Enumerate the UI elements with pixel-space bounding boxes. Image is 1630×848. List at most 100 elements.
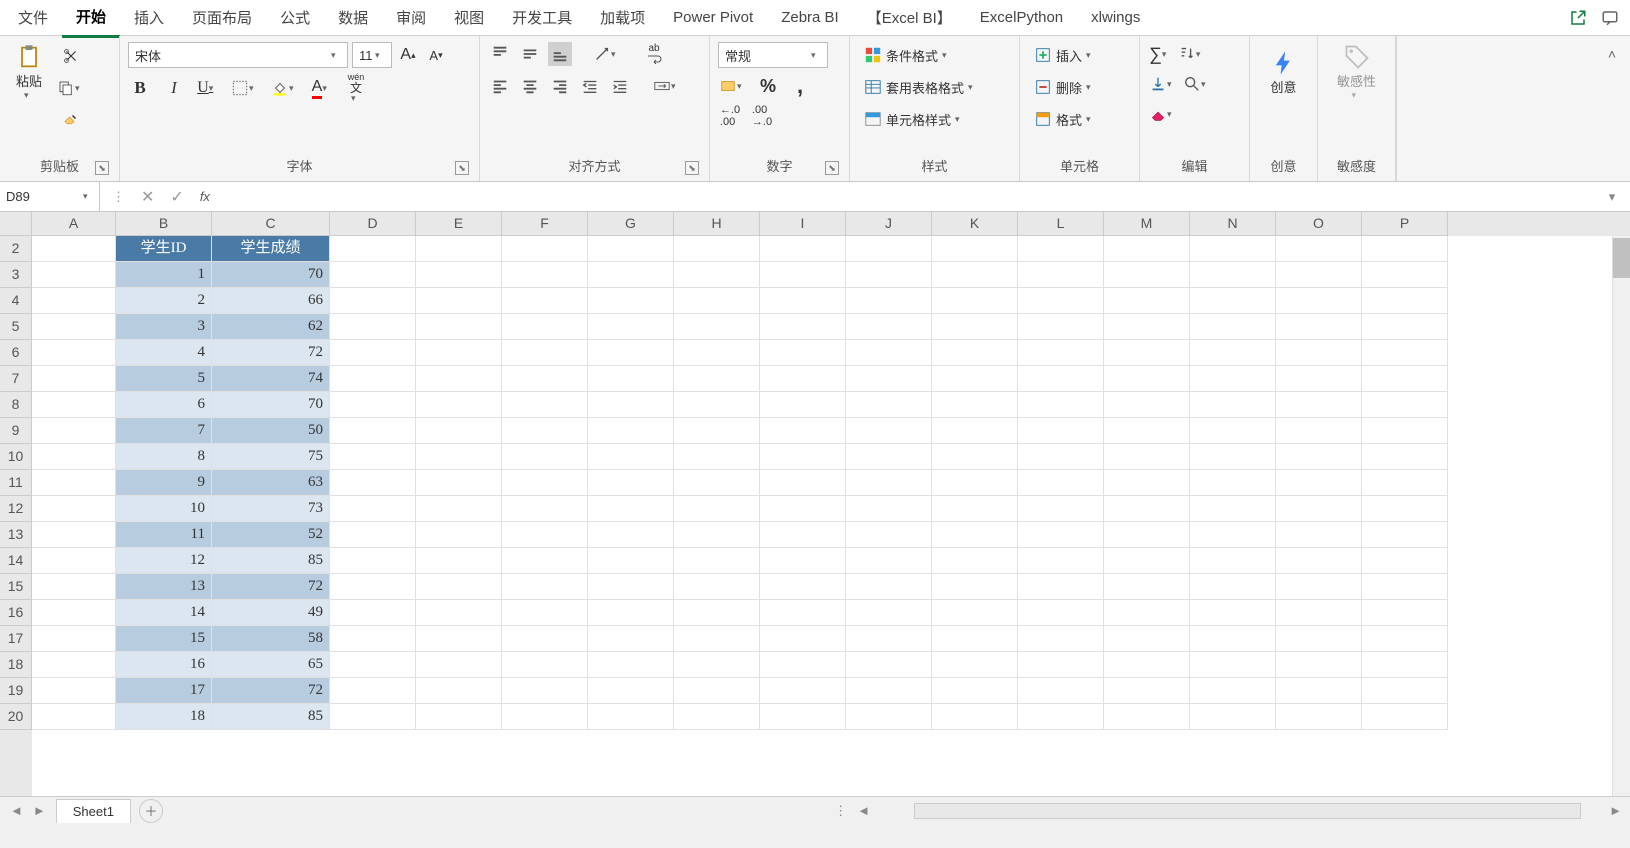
cell-L19[interactable] [1018, 678, 1104, 704]
cell-E18[interactable] [416, 652, 502, 678]
cell-P17[interactable] [1362, 626, 1448, 652]
cell-P7[interactable] [1362, 366, 1448, 392]
italic-button[interactable]: I [162, 76, 186, 100]
cell-N17[interactable] [1190, 626, 1276, 652]
cell-N13[interactable] [1190, 522, 1276, 548]
shrink-font-button[interactable]: A▾ [424, 43, 448, 67]
vertical-scrollbar[interactable] [1612, 236, 1630, 796]
cell-G5[interactable] [588, 314, 674, 340]
cell-D7[interactable] [330, 366, 416, 392]
cell-J13[interactable] [846, 522, 932, 548]
insert-cells-button[interactable]: 插入▾ [1028, 42, 1102, 68]
indent-increase-button[interactable] [608, 74, 632, 98]
cell-H6[interactable] [674, 340, 760, 366]
conditional-format-button[interactable]: 条件格式▾ [858, 42, 984, 68]
cell-B9[interactable]: 7 [116, 418, 212, 444]
cell-A13[interactable] [32, 522, 116, 548]
cell-A19[interactable] [32, 678, 116, 704]
cell-J9[interactable] [846, 418, 932, 444]
cell-A10[interactable] [32, 444, 116, 470]
indent-decrease-button[interactable] [578, 74, 602, 98]
cell-L11[interactable] [1018, 470, 1104, 496]
cell-I4[interactable] [760, 288, 846, 314]
cell-F6[interactable] [502, 340, 588, 366]
cell-N4[interactable] [1190, 288, 1276, 314]
cell-P6[interactable] [1362, 340, 1448, 366]
cell-L6[interactable] [1018, 340, 1104, 366]
cell-H5[interactable] [674, 314, 760, 340]
cell-H14[interactable] [674, 548, 760, 574]
cell-I11[interactable] [760, 470, 846, 496]
cell-F4[interactable] [502, 288, 588, 314]
cell-F8[interactable] [502, 392, 588, 418]
cell-N5[interactable] [1190, 314, 1276, 340]
cell-F9[interactable] [502, 418, 588, 444]
cell-B14[interactable]: 12 [116, 548, 212, 574]
align-dialog-launcher[interactable]: ⬊ [685, 161, 699, 175]
hscroll-left-button[interactable]: ◄ [853, 803, 874, 818]
row-header-7[interactable]: 7 [0, 366, 32, 392]
cell-H8[interactable] [674, 392, 760, 418]
accounting-button[interactable]: ▾ [718, 74, 748, 98]
cell-N2[interactable] [1190, 236, 1276, 262]
cell-I12[interactable] [760, 496, 846, 522]
cell-B18[interactable]: 16 [116, 652, 212, 678]
cell-N7[interactable] [1190, 366, 1276, 392]
cell-M11[interactable] [1104, 470, 1190, 496]
cell-E17[interactable] [416, 626, 502, 652]
cell-L18[interactable] [1018, 652, 1104, 678]
tab-file[interactable]: 文件 [4, 0, 62, 36]
cell-J8[interactable] [846, 392, 932, 418]
cell-K16[interactable] [932, 600, 1018, 626]
cell-F20[interactable] [502, 704, 588, 730]
cell-J6[interactable] [846, 340, 932, 366]
cell-E4[interactable] [416, 288, 502, 314]
cell-L8[interactable] [1018, 392, 1104, 418]
enter-formula-button[interactable]: ✓ [170, 187, 183, 207]
row-header-8[interactable]: 8 [0, 392, 32, 418]
cell-A8[interactable] [32, 392, 116, 418]
cell-A4[interactable] [32, 288, 116, 314]
percent-button[interactable]: % [756, 74, 780, 98]
cell-J19[interactable] [846, 678, 932, 704]
cell-P15[interactable] [1362, 574, 1448, 600]
tab-addin[interactable]: 加载项 [586, 0, 659, 36]
cell-M2[interactable] [1104, 236, 1190, 262]
cell-A3[interactable] [32, 262, 116, 288]
cut-button[interactable] [56, 44, 86, 68]
tab-zebrabi[interactable]: Zebra BI [767, 1, 853, 34]
cell-B8[interactable]: 6 [116, 392, 212, 418]
cell-G7[interactable] [588, 366, 674, 392]
cell-J12[interactable] [846, 496, 932, 522]
cell-I19[interactable] [760, 678, 846, 704]
cell-G19[interactable] [588, 678, 674, 704]
cell-B20[interactable]: 18 [116, 704, 212, 730]
cell-H7[interactable] [674, 366, 760, 392]
paste-button[interactable]: 粘贴 ▾ [8, 42, 50, 102]
cell-H12[interactable] [674, 496, 760, 522]
tab-dev[interactable]: 开发工具 [498, 0, 586, 36]
cell-K13[interactable] [932, 522, 1018, 548]
column-header-O[interactable]: O [1276, 212, 1362, 236]
cell-A12[interactable] [32, 496, 116, 522]
ideas-button[interactable]: 创意 [1263, 42, 1305, 102]
cell-O9[interactable] [1276, 418, 1362, 444]
cell-M19[interactable] [1104, 678, 1190, 704]
cell-L15[interactable] [1018, 574, 1104, 600]
cell-A6[interactable] [32, 340, 116, 366]
cell-E7[interactable] [416, 366, 502, 392]
align-middle-button[interactable] [518, 42, 542, 66]
column-header-N[interactable]: N [1190, 212, 1276, 236]
format-table-button[interactable]: 套用表格格式▾ [858, 74, 984, 100]
number-dialog-launcher[interactable]: ⬊ [825, 161, 839, 175]
cell-H4[interactable] [674, 288, 760, 314]
column-header-K[interactable]: K [932, 212, 1018, 236]
merge-button[interactable]: ▾ [652, 74, 682, 98]
cell-M14[interactable] [1104, 548, 1190, 574]
cell-E6[interactable] [416, 340, 502, 366]
cell-B13[interactable]: 11 [116, 522, 212, 548]
cell-J2[interactable] [846, 236, 932, 262]
hscroll-tab-split[interactable]: ⋮ [828, 803, 853, 819]
cell-F13[interactable] [502, 522, 588, 548]
cell-P16[interactable] [1362, 600, 1448, 626]
